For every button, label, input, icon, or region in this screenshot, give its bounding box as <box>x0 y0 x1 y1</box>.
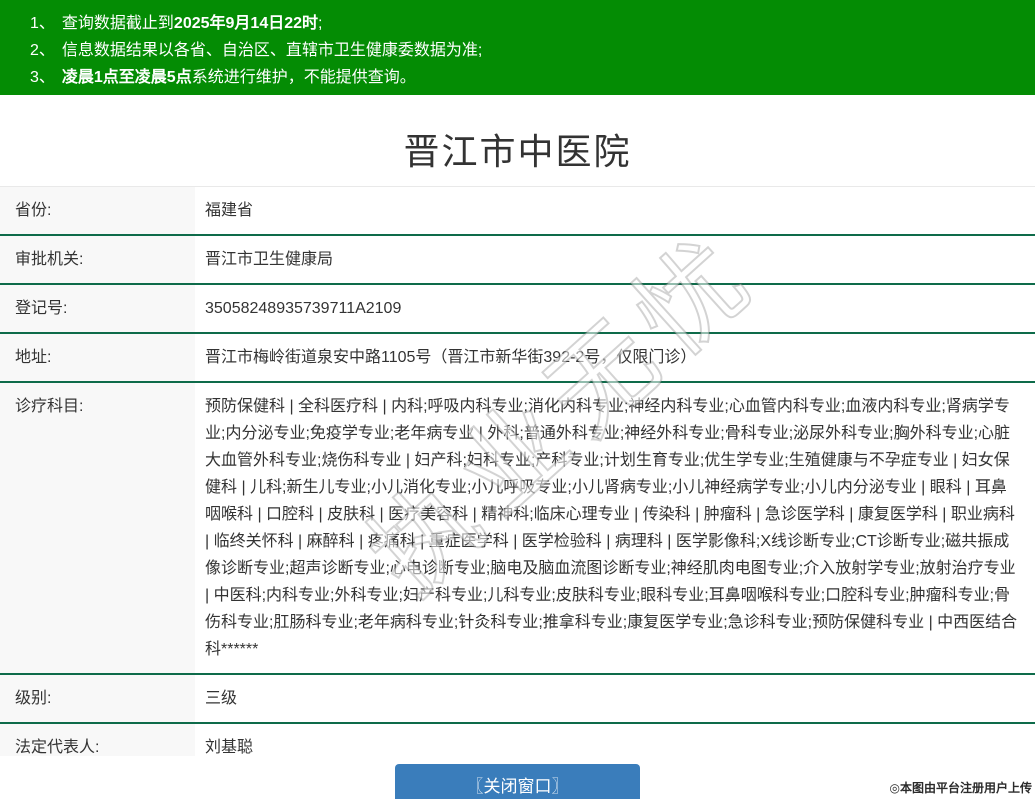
row-label: 级别: <box>0 675 195 722</box>
row-label: 地址: <box>0 334 195 381</box>
notice-number: 1、 <box>30 15 55 32</box>
row-province: 省份: 福建省 <box>0 187 1035 236</box>
row-value: 晋江市梅岭街道泉安中路1105号（晋江市新华街392-2号，仅限门诊） <box>205 349 697 366</box>
notice-text: 信息数据结果以各省、自治区、直辖市卫生健康委数据为准; <box>61 42 483 59</box>
notice-text: 系统进行维护，不能提供查询。 <box>191 69 416 86</box>
notice-line-1: 1、 查询数据截止到2025年9月14日22时; <box>30 10 1025 37</box>
close-window-button[interactable]: 〖关闭窗口〗 <box>395 764 640 799</box>
footer: 〖关闭窗口〗 <box>0 764 1035 799</box>
row-label: 登记号: <box>0 285 195 332</box>
notice-number: 3、 <box>30 69 55 86</box>
row-legal-representative: 法定代表人: 刘基聪 <box>0 724 1035 756</box>
row-value: 福建省 <box>205 202 254 219</box>
row-value: 晋江市卫生健康局 <box>205 251 334 268</box>
image-credit: ◎本图由平台注册用户上传 <box>889 781 1032 795</box>
title-section: 晋江市中医院 <box>0 95 1035 186</box>
row-value: 三级 <box>205 690 238 707</box>
row-departments: 诊疗科目: 预防保健科 | 全科医疗科 | 内科;呼吸内科专业;消化内科专业;神… <box>0 383 1035 675</box>
notice-text: 查询数据截止到 <box>61 15 174 32</box>
info-table: 省份: 福建省 审批机关: 晋江市卫生健康局 登记号: 350582489357… <box>0 186 1035 756</box>
row-value: 35058248935739711A2109 <box>205 300 402 317</box>
row-approval-authority: 审批机关: 晋江市卫生健康局 <box>0 236 1035 285</box>
notice-text: ; <box>318 15 323 32</box>
row-level: 级别: 三级 <box>0 675 1035 724</box>
notice-text-bold: 2025年9月14日22时 <box>173 15 319 32</box>
notice-banner: 1、 查询数据截止到2025年9月14日22时; 2、 信息数据结果以各省、自治区、… <box>0 0 1035 95</box>
notice-line-3: 3、 凌晨1点至凌晨5点系统进行维护，不能提供查询。 <box>30 64 1025 91</box>
query-result-page: 1、 查询数据截止到2025年9月14日22时; 2、 信息数据结果以各省、自治区、… <box>0 0 1035 799</box>
row-label: 审批机关: <box>0 236 195 283</box>
notice-line-2: 2、 信息数据结果以各省、自治区、直辖市卫生健康委数据为准; <box>30 37 1025 64</box>
row-address: 地址: 晋江市梅岭街道泉安中路1105号（晋江市新华街392-2号，仅限门诊） <box>0 334 1035 383</box>
row-label: 法定代表人: <box>0 724 195 756</box>
notice-text-bold: 凌晨1点至凌晨5点 <box>61 69 192 86</box>
row-value: 刘基聪 <box>205 739 254 756</box>
row-label: 诊疗科目: <box>0 383 195 673</box>
page-title: 晋江市中医院 <box>403 131 632 172</box>
notice-number: 2、 <box>30 42 55 59</box>
row-label: 省份: <box>0 187 195 234</box>
row-value: 预防保健科 | 全科医疗科 | 内科;呼吸内科专业;消化内科专业;神经内科专业;… <box>205 398 1018 658</box>
row-registration-number: 登记号: 35058248935739711A2109 <box>0 285 1035 334</box>
